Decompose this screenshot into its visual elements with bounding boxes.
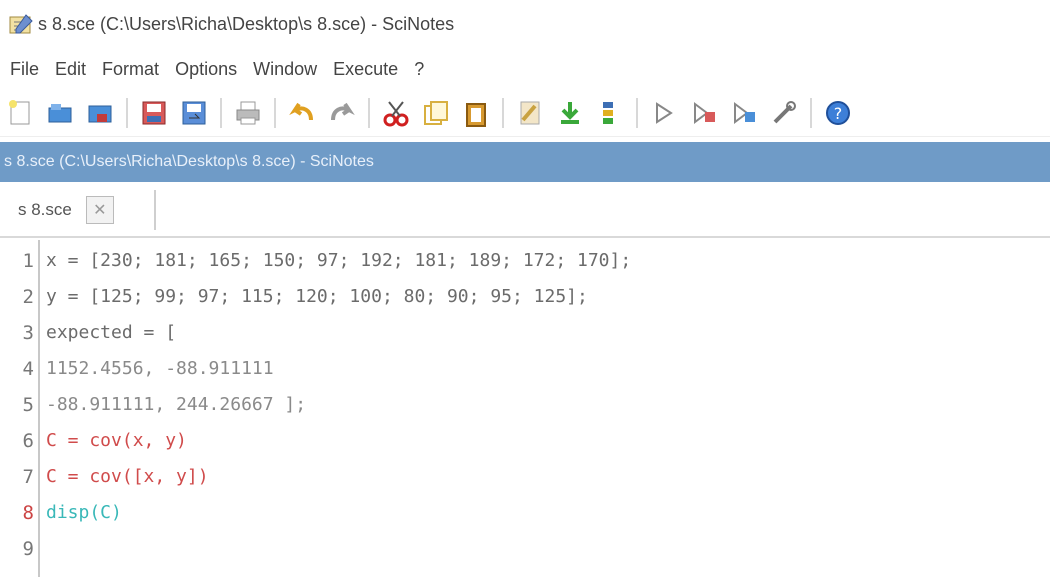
line-number: 4 [22,358,34,380]
document-title: s 8.sce (C:\Users\Richa\Desktop\s 8.sce)… [4,153,374,170]
svg-text:?: ? [834,104,843,123]
menu-help[interactable]: ? [414,59,424,80]
debug-icon[interactable] [726,96,762,130]
copy-icon[interactable] [418,96,454,130]
print-icon[interactable] [230,96,266,130]
menu-window[interactable]: Window [253,59,317,80]
open-folder-icon[interactable] [82,96,118,130]
find-icon[interactable] [512,96,548,130]
code-line[interactable]: C = cov(x, y) [46,430,187,451]
menu-options[interactable]: Options [175,59,237,80]
line-number-gutter: 1 2 3 4 5 6 7 8 9 [10,240,40,577]
code-line[interactable]: disp(C) [46,502,122,523]
save-as-icon[interactable] [176,96,212,130]
tab-s8-sce[interactable]: s 8.sce ✕ [6,190,156,230]
new-file-icon[interactable] [2,96,38,130]
toolbar-separator [220,98,222,128]
toolbar-separator [636,98,638,128]
line-number: 1 [22,250,34,272]
code-line[interactable]: -88.911111, 244.26667 ]; [46,394,306,415]
toolbar-separator [368,98,370,128]
code-line[interactable]: C = cov([x, y]) [46,466,209,487]
help-icon[interactable]: ? [820,96,856,130]
menu-format[interactable]: Format [102,59,159,80]
execute-file-icon[interactable] [592,96,628,130]
line-number: 3 [22,322,34,344]
open-file-icon[interactable] [42,96,78,130]
window-title: s 8.sce (C:\Users\Richa\Desktop\s 8.sce)… [38,13,455,34]
cut-icon[interactable] [378,96,414,130]
paste-icon[interactable] [458,96,494,130]
code-line[interactable]: x = [230; 181; 165; 150; 97; 192; 181; 1… [46,250,631,271]
title-bar: s 8.sce (C:\Users\Richa\Desktop\s 8.sce)… [0,0,1050,48]
code-line[interactable]: expected = [ [46,322,176,343]
line-number: 7 [22,466,34,488]
undo-icon[interactable] [284,96,320,130]
toolbar-separator [126,98,128,128]
line-number-current: 8 [22,502,34,524]
scinotes-app-icon [8,13,34,35]
code-area[interactable]: x = [230; 181; 165; 150; 97; 192; 181; 1… [46,240,1036,577]
close-icon[interactable]: ✕ [85,196,114,224]
toolbar-separator [502,98,504,128]
code-line[interactable]: y = [125; 99; 97; 115; 120; 100; 80; 90;… [46,286,588,307]
menu-edit[interactable]: Edit [55,59,86,80]
redo-icon[interactable] [324,96,360,130]
tab-label: s 8.sce [18,200,72,219]
code-editor[interactable]: 1 2 3 4 5 6 7 8 9 x = [230; 181; 165; 15… [0,240,1050,577]
line-number: 6 [22,430,34,452]
line-number: 9 [22,538,34,560]
load-into-scilab-icon[interactable] [552,96,588,130]
toolbar-separator [810,98,812,128]
save-icon[interactable] [136,96,172,130]
toolbar-separator [274,98,276,128]
menu-file[interactable]: File [10,59,39,80]
tools-icon[interactable] [766,96,802,130]
document-bar: s 8.sce (C:\Users\Richa\Desktop\s 8.sce)… [0,142,1050,182]
code-line[interactable]: 1152.4556, -88.911111 [46,358,274,379]
execute-icon[interactable] [646,96,682,130]
line-number: 5 [22,394,34,416]
menu-bar: File Edit Format Options Window Execute … [0,50,1050,88]
toolbar: ? [0,90,1050,137]
line-number: 2 [22,286,34,308]
execute-selection-icon[interactable] [686,96,722,130]
menu-execute[interactable]: Execute [333,59,398,80]
tab-row: s 8.sce ✕ [0,186,1050,238]
